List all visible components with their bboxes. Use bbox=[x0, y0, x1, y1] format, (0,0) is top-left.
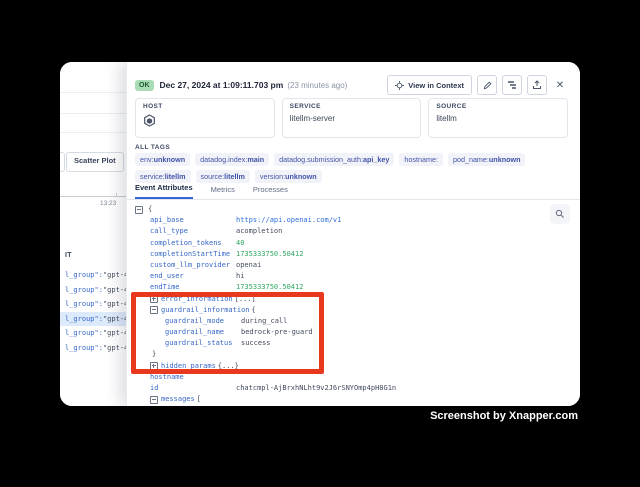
host-hexagon-icon bbox=[143, 114, 156, 128]
annotation-highlight-box bbox=[131, 292, 324, 374]
search-attributes-button[interactable] bbox=[550, 204, 570, 224]
background-divider bbox=[60, 132, 126, 133]
status-badge: OK bbox=[135, 80, 154, 91]
log-list: l_group":"gpt-4o l_group":"gpt-4o l_grou… bbox=[60, 268, 126, 356]
log-list-item[interactable]: l_group":"gpt-4o bbox=[60, 283, 126, 298]
tab-event-attributes[interactable]: Event Attributes bbox=[135, 183, 193, 199]
watermark-text: Screenshot by Xnapper.com bbox=[430, 410, 578, 422]
all-tags-label: ALL TAGS bbox=[135, 144, 170, 151]
export-button[interactable] bbox=[527, 75, 547, 95]
summary-card[interactable]: SERVICE litellm-server bbox=[282, 98, 422, 138]
pencil-icon bbox=[483, 81, 492, 90]
tag-pill[interactable]: datadog.submission_auth:api_key bbox=[274, 153, 394, 166]
tag-pill[interactable]: pod_name:unknown bbox=[448, 153, 526, 166]
tag-pill[interactable]: hostname: bbox=[399, 153, 443, 166]
log-list-item[interactable]: l_group":"gpt-4o bbox=[60, 326, 126, 341]
summary-card-label: HOST bbox=[143, 103, 267, 110]
related-traces-button[interactable] bbox=[502, 75, 522, 95]
scatter-plot-button[interactable]: Scatter Plot bbox=[66, 152, 124, 172]
tag-pill[interactable]: env:unknown bbox=[135, 153, 190, 166]
background-divider bbox=[60, 113, 126, 114]
view-in-context-label: View in Context bbox=[408, 81, 464, 90]
background-page: Scatter Plot 13:23 IT l_group":"gpt-4o l… bbox=[60, 62, 126, 406]
export-icon bbox=[532, 80, 542, 90]
collapse-icon[interactable] bbox=[150, 396, 158, 404]
attribute-row[interactable]: completion_tokens40 bbox=[127, 238, 550, 249]
attribute-row[interactable]: call_typeacompletion bbox=[127, 226, 550, 237]
view-in-context-button[interactable]: View in Context bbox=[387, 75, 472, 95]
panel-header: OK Dec 27, 2024 at 1:09:11.703 pm (23 mi… bbox=[135, 75, 568, 95]
close-icon[interactable]: ✕ bbox=[552, 77, 568, 93]
summary-card-value: litellm bbox=[436, 114, 560, 123]
scope-icon bbox=[395, 81, 404, 90]
attribute-row[interactable]: { bbox=[127, 204, 550, 215]
background-divider bbox=[60, 92, 126, 93]
header-actions: View in Context bbox=[387, 75, 568, 95]
attribute-row[interactable]: idchatcmpl-AjBrxhNLht9v2J6rSNYOmp4pH8G1n bbox=[127, 383, 550, 394]
axis-tick-mark bbox=[116, 193, 117, 196]
screenshot-stage: Scatter Plot 13:23 IT l_group":"gpt-4o l… bbox=[0, 0, 640, 487]
search-icon bbox=[555, 209, 565, 219]
attribute-row[interactable]: api_basehttps://api.openai.com/v1 bbox=[127, 215, 550, 226]
event-time-ago: (23 minutes ago) bbox=[287, 81, 347, 90]
attribute-row[interactable]: custom_llm_provideropenai bbox=[127, 260, 550, 271]
log-list-column-header: IT bbox=[65, 252, 72, 259]
app-window: Scatter Plot 13:23 IT l_group":"gpt-4o l… bbox=[60, 62, 580, 406]
collapse-icon[interactable] bbox=[135, 206, 143, 214]
summary-card-label: SERVICE bbox=[290, 103, 414, 110]
summary-card[interactable]: SOURCE litellm bbox=[428, 98, 568, 138]
panel-tabs: Event Attributes Metrics Processes bbox=[127, 181, 580, 200]
summary-card[interactable]: HOST bbox=[135, 98, 275, 138]
summary-card-value bbox=[143, 114, 267, 128]
tag-pill[interactable]: datadog.index:main bbox=[195, 153, 269, 166]
waterfall-bars-icon bbox=[507, 80, 517, 90]
tag-list: env:unknown datadog.index:main datadog.sub… bbox=[135, 153, 568, 183]
attribute-row[interactable]: end_userhi bbox=[127, 271, 550, 282]
summary-card-value: litellm-server bbox=[290, 114, 414, 123]
chart-x-axis bbox=[60, 196, 126, 197]
log-list-item[interactable]: l_group":"gpt-4o bbox=[60, 268, 126, 283]
tab-metrics[interactable]: Metrics bbox=[211, 185, 235, 199]
axis-tick-label: 13:23 bbox=[100, 200, 116, 207]
log-list-item[interactable]: l_group":"gpt-4o bbox=[60, 297, 126, 312]
edit-button[interactable] bbox=[477, 75, 497, 95]
tab-processes[interactable]: Processes bbox=[253, 185, 288, 199]
log-list-item[interactable]: l_group":"gpt-4o bbox=[60, 312, 126, 327]
attribute-row[interactable]: messages[ bbox=[127, 394, 550, 405]
truncated-button[interactable] bbox=[60, 152, 65, 172]
event-timestamp: Dec 27, 2024 at 1:09:11.703 pm bbox=[160, 80, 284, 90]
summary-cards: HOST SERVICE litellm-server SOURCE litel… bbox=[135, 98, 568, 138]
summary-card-label: SOURCE bbox=[436, 103, 560, 110]
attribute-row[interactable]: completionStartTime1735333750.50412 bbox=[127, 249, 550, 260]
log-list-item[interactable]: l_group":"gpt-4o bbox=[60, 341, 126, 356]
